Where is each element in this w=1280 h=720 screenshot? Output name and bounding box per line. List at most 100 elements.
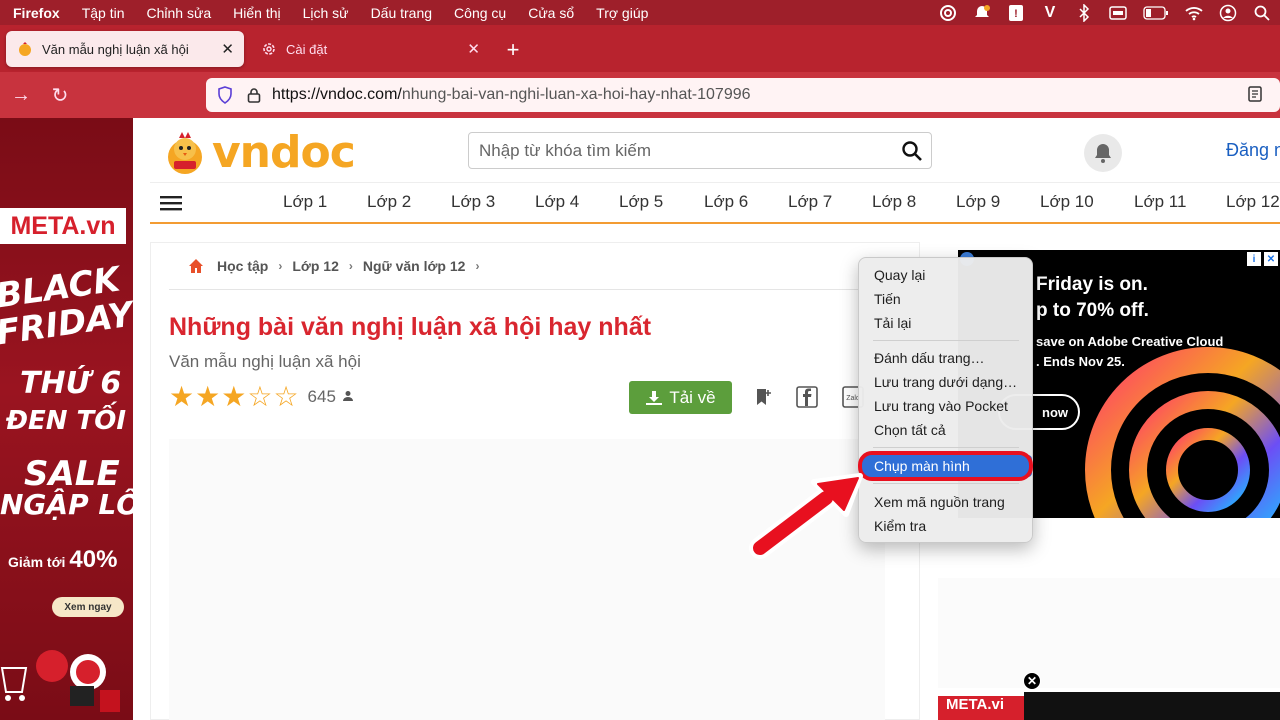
menu-item-forward[interactable]: Tiến [859,288,1034,310]
grade-link-6[interactable]: Lớp 6 [704,192,748,212]
star-rating[interactable]: ★★★☆☆ 645 [169,383,354,411]
menu-item-bookmark[interactable]: Đánh dấu trang… [859,347,1034,369]
creative-cloud-icon[interactable] [938,3,958,23]
bitwarden-icon[interactable]: ! [1006,3,1026,23]
hamburger-menu-icon[interactable] [160,193,182,213]
star-empty-icon[interactable]: ☆ [273,381,298,412]
ad-body-2: . Ends Nov 25. [1036,354,1125,369]
menu-item-inspect[interactable]: Kiểm tra [859,515,1034,537]
menu-item-save-page-as[interactable]: Lưu trang dưới dạng… [859,371,1034,393]
menu-item-select-all[interactable]: Chọn tất cả [859,419,1034,441]
shield-icon[interactable] [216,86,234,104]
bluetooth-icon[interactable] [1074,3,1094,23]
menu-item-view-source[interactable]: Xem mã nguồn trang [859,491,1034,513]
menu-item-save-to-pocket[interactable]: Lưu trang vào Pocket [859,395,1034,417]
reload-icon[interactable]: ↻ [48,83,72,107]
login-link[interactable]: Đăng n [1226,140,1280,161]
menu-app-firefox[interactable]: Firefox [0,5,71,21]
grade-link-3[interactable]: Lớp 3 [451,192,495,212]
facebook-icon[interactable] [795,385,819,409]
site-header: vndoc Đăng n Lớp 1 Lớp 2 Lớp 3 Lớp 4 Lớp… [150,118,1280,224]
grade-link-1[interactable]: Lớp 1 [283,192,327,212]
vndoc-logo[interactable]: vndoc [160,124,380,180]
wifi-icon[interactable] [1184,3,1204,23]
close-icon[interactable]: ✕ [221,40,234,58]
reader-view-icon[interactable] [1248,86,1264,104]
breadcrumb-item[interactable]: Lớp 12 [292,258,339,274]
close-icon[interactable]: ✕ [1264,252,1278,266]
svg-text:!: ! [1014,8,1018,20]
vndoc-mascot-icon [168,132,202,174]
ad-discount-value: 40% [69,546,118,573]
star-empty-icon[interactable]: ☆ [247,381,272,412]
new-tab-button[interactable]: + [500,37,526,63]
breadcrumb-item[interactable]: Ngữ văn lớp 12 [363,258,466,274]
grade-link-7[interactable]: Lớp 7 [788,192,832,212]
grade-link-4[interactable]: Lớp 4 [535,192,579,212]
close-icon[interactable]: ✕ [1023,672,1041,690]
search-icon[interactable] [901,140,923,162]
bookmark-add-icon[interactable] [751,385,775,409]
menu-history[interactable]: Lịch sử [292,5,360,21]
notification-icon[interactable] [972,3,992,23]
v-icon[interactable]: V [1040,3,1060,23]
battery-icon[interactable] [1142,3,1170,23]
ad-headline-6: NGẬP LỐI [0,488,133,521]
url-bar[interactable]: https://vndoc.com/nhung-bai-van-nghi-lua… [206,78,1280,112]
download-label: Tải về [669,387,716,407]
grade-link-11[interactable]: Lớp 11 [1134,192,1186,212]
menu-window[interactable]: Cửa sổ [517,5,585,21]
forward-arrow-icon[interactable]: → [9,83,33,107]
menu-bookmarks[interactable]: Dấu trang [360,5,443,21]
page-title: Những bài văn nghị luận xã hội hay nhất [169,313,652,341]
bottom-ad[interactable] [1024,692,1280,720]
star-filled-icon[interactable]: ★ [169,381,194,412]
ad-choices[interactable]: i ✕ [1247,252,1278,266]
ad-info-icon[interactable]: i [1247,252,1261,266]
menu-item-back[interactable]: Quay lại [859,264,1034,286]
bell-icon[interactable] [1084,134,1122,172]
menu-edit[interactable]: Chỉnh sửa [136,5,223,21]
star-filled-icon[interactable]: ★ [195,381,220,412]
tab-van-mau[interactable]: Văn mẫu nghị luận xã hội ✕ [6,31,244,67]
ad-headline-4: ĐEN TỐI [6,406,127,436]
download-button[interactable]: Tải về [629,381,732,414]
search-icon[interactable] [1252,3,1272,23]
url-text: https://vndoc.com/nhung-bai-van-nghi-lua… [272,86,751,104]
menu-view[interactable]: Hiển thị [222,5,291,21]
rating-count: 645 [307,387,336,406]
breadcrumb-item[interactable]: Học tập [217,258,268,274]
bottom-ad-brand[interactable]: META.vi [938,696,1024,720]
menu-file[interactable]: Tập tin [71,5,136,21]
ad-body-1: save on Adobe Creative Cloud [1036,334,1224,349]
grade-link-2[interactable]: Lớp 2 [367,192,411,212]
rating-stars[interactable]: ★★★☆☆ [169,383,300,411]
lock-icon[interactable] [246,86,262,104]
keyboard-icon[interactable] [1108,3,1128,23]
menu-help[interactable]: Trợ giúp [585,5,659,21]
ad-shopping-illustration [0,650,120,712]
menu-tools[interactable]: Công cụ [443,5,517,21]
url-host: https://vndoc.com/ [272,86,402,103]
chevron-right-icon: › [348,259,353,273]
user-icon[interactable] [1218,3,1238,23]
tab-settings[interactable]: Cài đặt ✕ [250,31,490,67]
ad-cta-button[interactable]: Xem ngay [52,597,124,617]
grade-link-8[interactable]: Lớp 8 [872,192,916,212]
search-input[interactable] [469,133,889,168]
star-filled-icon[interactable]: ★ [221,381,246,412]
home-icon[interactable] [187,257,205,275]
left-banner-ad[interactable]: META.vn BLACK FRIDAY THỨ 6 ĐEN TỐI SALE … [0,118,133,720]
tab-title: Cài đặt [286,41,328,57]
close-icon[interactable]: ✕ [467,40,480,58]
menu-item-reload[interactable]: Tải lại [859,312,1034,334]
grade-link-12[interactable]: Lớp 12 [1226,192,1280,212]
divider [169,289,885,290]
grade-link-10[interactable]: Lớp 10 [1040,192,1094,212]
grade-link-9[interactable]: Lớp 9 [956,192,1000,212]
navigation-bar: → ↻ https://vndoc.com/nhung-bai-van-nghi… [0,72,1280,118]
tab-strip: Văn mẫu nghị luận xã hội ✕ Cài đặt ✕ + [0,25,1280,72]
grade-link-5[interactable]: Lớp 5 [619,192,663,212]
macos-menubar: Firefox Tập tin Chỉnh sửa Hiển thị Lịch … [0,0,1280,25]
page-subtitle: Văn mẫu nghị luận xã hội [169,352,361,371]
